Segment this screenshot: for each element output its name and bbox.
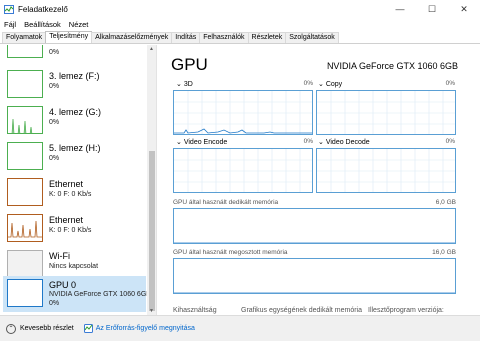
disk-thumbnail xyxy=(7,45,43,58)
graph-label-copy: ⌄ Copy xyxy=(318,81,343,88)
sidebar-item-ethernet-1[interactable]: Ethernet K: 0 F: 0 Kb/s xyxy=(3,175,146,211)
graph-pct-video-decode: 0% xyxy=(445,138,455,145)
sidebar-item-sub: Nincs kapcsolat xyxy=(49,263,99,270)
scroll-thumb[interactable] xyxy=(149,151,155,311)
dedicated-memory-label: GPU által használt dedikált memória xyxy=(173,199,279,206)
page-title: GPU xyxy=(171,55,208,74)
disk-thumbnail xyxy=(7,70,43,98)
sidebar-item-disk-5[interactable]: 5. lemez (H:) 0% xyxy=(3,139,146,175)
resource-monitor-icon xyxy=(83,324,93,333)
resource-monitor-label: Az Erőforrás-figyelő megnyitása xyxy=(95,325,195,332)
shared-memory-graph xyxy=(173,258,456,294)
sidebar-item-label: 5. lemez (H:) xyxy=(49,143,101,153)
resource-sidebar: 0% 3. lemez (F:) 0% 4. lemez (G:) 0% 5. … xyxy=(0,45,157,315)
sidebar-item-sub: K: 0 F: 0 Kb/s xyxy=(49,191,92,198)
sidebar-scrollbar[interactable]: ▲ ▼ xyxy=(147,45,156,315)
sidebar-item-label: Ethernet xyxy=(49,179,84,189)
open-resource-monitor-link[interactable]: Az Erőforrás-figyelő megnyitása xyxy=(83,324,195,333)
sidebar-item-gpu-0[interactable]: GPU 0 NVIDIA GeForce GTX 1060 6GB 0% xyxy=(3,276,151,312)
sidebar-item-sub2: 0% xyxy=(49,300,60,307)
graph-pct-copy: 0% xyxy=(445,80,455,87)
disk-thumbnail xyxy=(7,106,43,134)
graph-pct-3d: 0% xyxy=(303,80,313,87)
stat-utilization-label: Kihasználtság xyxy=(173,307,217,314)
wifi-thumbnail xyxy=(7,250,43,278)
tab-services[interactable]: Szolgáltatások xyxy=(285,32,339,43)
menu-bar: Fájl Beállítások Nézet xyxy=(0,18,480,31)
sidebar-item-sub: 0% xyxy=(49,49,60,56)
graph-3d xyxy=(173,90,313,135)
sidebar-item-sub: K: 0 F: 0 Kb/s xyxy=(49,227,92,234)
graph-video-decode xyxy=(316,148,456,193)
gpu-thumbnail xyxy=(7,279,43,307)
window-title: Feladatkezelő xyxy=(18,4,68,14)
sidebar-item-disk-3[interactable]: 3. lemez (F:) 0% xyxy=(3,67,146,103)
network-thumbnail xyxy=(7,214,43,242)
sidebar-item-sub: 0% xyxy=(49,155,60,162)
sidebar-item-sub: 0% xyxy=(49,83,60,90)
sidebar-item-disk-4[interactable]: 4. lemez (G:) 0% xyxy=(3,103,146,139)
task-manager-icon xyxy=(4,4,14,14)
footer-bar: ⌃ Kevesebb részlet Az Erőforrás-figyelő … xyxy=(0,315,480,341)
graph-label-3d: ⌄ 3D xyxy=(176,81,193,88)
gpu-detail-pane: GPU NVIDIA GeForce GTX 1060 6GB ⌄ 3D 0% … xyxy=(158,45,480,315)
stat-driver-version-label: Illesztőprogram verziója: xyxy=(368,307,444,314)
sidebar-item-ethernet-2[interactable]: Ethernet K: 0 F: 0 Kb/s xyxy=(3,211,146,247)
sidebar-item-label: Wi-Fi xyxy=(49,251,70,261)
chevron-up-icon: ⌃ xyxy=(6,323,16,334)
dedicated-memory-graph xyxy=(173,208,456,244)
sidebar-item-label: 3. lemez (F:) xyxy=(49,71,100,81)
disk-thumbnail xyxy=(7,142,43,170)
chevron-icon[interactable]: ⌄ xyxy=(318,81,324,88)
scroll-down-icon[interactable]: ▼ xyxy=(147,307,156,315)
sidebar-item-sub: 0% xyxy=(49,119,60,126)
graph-video-encode xyxy=(173,148,313,193)
graph-pct-video-encode: 0% xyxy=(303,138,313,145)
chevron-icon[interactable]: ⌄ xyxy=(318,139,324,146)
shared-memory-label: GPU által használt megosztott memória xyxy=(173,249,288,256)
scroll-up-icon[interactable]: ▲ xyxy=(147,45,156,53)
tab-performance[interactable]: Teljesítmény xyxy=(45,31,93,43)
sidebar-item-label: Ethernet xyxy=(49,215,84,225)
menu-options[interactable]: Beállítások xyxy=(24,20,61,29)
graph-copy xyxy=(316,90,456,135)
maximize-button[interactable]: ☐ xyxy=(416,0,448,18)
tab-startup[interactable]: Indítás xyxy=(171,32,201,43)
title-bar: Feladatkezelő — ☐ ✕ xyxy=(0,0,480,18)
shared-memory-value: 16,0 GB xyxy=(432,249,456,256)
sidebar-item-sub: NVIDIA GeForce GTX 1060 6GB xyxy=(49,291,151,298)
tab-processes[interactable]: Folyamatok xyxy=(2,32,47,43)
chevron-icon[interactable]: ⌄ xyxy=(176,139,182,146)
graph-label-video-decode: ⌄ Video Decode xyxy=(318,139,370,146)
stat-dedicated-memory-label: Grafikus egységének dedikált memória xyxy=(241,307,363,314)
fewer-details-button[interactable]: ⌃ Kevesebb részlet xyxy=(6,323,74,334)
close-button[interactable]: ✕ xyxy=(448,0,480,18)
minimize-button[interactable]: — xyxy=(384,0,416,18)
menu-view[interactable]: Nézet xyxy=(69,20,89,29)
sidebar-item-label: 4. lemez (G:) xyxy=(49,107,102,117)
graph-label-video-encode: ⌄ Video Encode xyxy=(176,139,228,146)
tab-details[interactable]: Részletek xyxy=(247,32,287,43)
network-thumbnail xyxy=(7,178,43,206)
tab-app-history[interactable]: Alkalmazáselőzmények xyxy=(91,32,173,43)
sidebar-item-label: GPU 0 xyxy=(49,280,77,290)
fewer-details-label: Kevesebb részlet xyxy=(20,325,74,332)
tab-users[interactable]: Felhasználók xyxy=(199,32,249,43)
gpu-model-name: NVIDIA GeForce GTX 1060 6GB xyxy=(326,61,458,71)
tab-bar: Folyamatok Teljesítmény Alkalmazáselőzmé… xyxy=(0,31,480,44)
menu-file[interactable]: Fájl xyxy=(4,20,16,29)
chevron-icon[interactable]: ⌄ xyxy=(176,81,182,88)
sidebar-item-disk-partial[interactable]: 0% xyxy=(3,45,146,63)
dedicated-memory-value: 6,0 GB xyxy=(435,199,456,206)
